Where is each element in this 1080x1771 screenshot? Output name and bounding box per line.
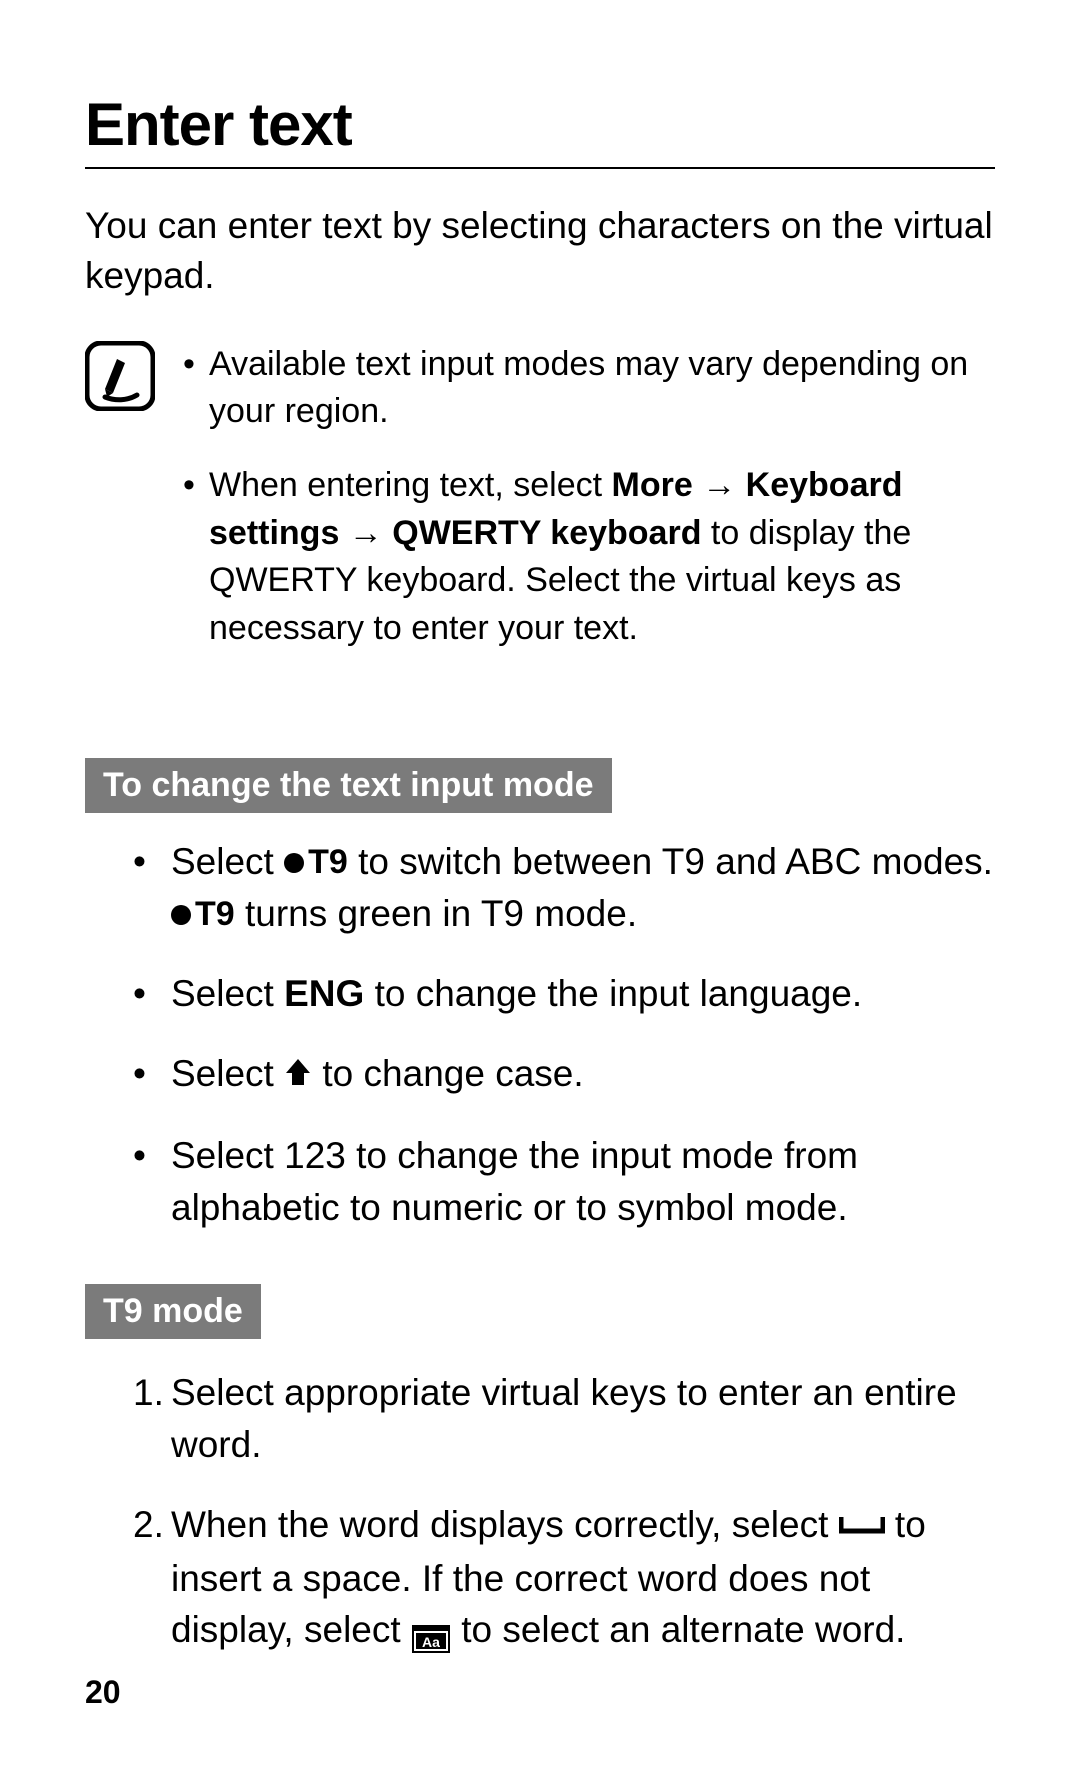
note-item: Available text input modes may vary depe… xyxy=(183,341,995,436)
text: to change the input language. xyxy=(364,973,862,1014)
text: When the word displays correctly, select xyxy=(171,1504,839,1545)
text: turns green in T9 mode. xyxy=(235,893,637,934)
eng-label: ENG xyxy=(284,973,364,1014)
step-item: Select appropriate virtual keys to enter… xyxy=(133,1367,995,1471)
text: Select xyxy=(171,1053,284,1094)
t9-steps: Select appropriate virtual keys to enter… xyxy=(85,1367,995,1656)
list-item: Select to change case. xyxy=(133,1048,995,1102)
t9-indicator-icon: T9 xyxy=(284,839,348,887)
space-icon xyxy=(839,1499,885,1551)
text: Select appropriate virtual keys to enter… xyxy=(171,1372,957,1465)
text: Select xyxy=(171,973,284,1014)
t9-dot-icon xyxy=(171,905,191,925)
manual-page: Enter text You can enter text by selecti… xyxy=(0,0,1080,1771)
note-list: Available text input modes may vary depe… xyxy=(183,341,995,679)
section-label-t9-mode: T9 mode xyxy=(85,1284,261,1339)
svg-text:Aa: Aa xyxy=(422,1634,440,1650)
text: to select an alternate word. xyxy=(451,1609,906,1650)
note-text-pre: When entering text, select xyxy=(209,466,612,504)
note-icon xyxy=(85,341,155,411)
alternate-word-icon: Aa xyxy=(411,1616,451,1646)
note-item: When entering text, select More → Keyboa… xyxy=(183,462,995,652)
note-block: Available text input modes may vary depe… xyxy=(85,341,995,679)
list-item: Select ENG to change the input language. xyxy=(133,968,995,1020)
text: to switch between T9 and ABC modes. xyxy=(348,841,993,882)
t9-label: T9 xyxy=(308,839,348,887)
intro-paragraph: You can enter text by selecting characte… xyxy=(85,201,995,301)
t9-indicator-icon: T9 xyxy=(171,891,235,939)
page-heading: Enter text xyxy=(85,90,995,169)
change-mode-list: Select T9 to switch between T9 and ABC m… xyxy=(85,836,995,1234)
step-item: When the word displays correctly, select… xyxy=(133,1499,995,1657)
t9-label: T9 xyxy=(195,891,235,939)
text: Select 123 to change the input mode from… xyxy=(171,1135,858,1228)
text: Select xyxy=(171,841,284,882)
shift-icon xyxy=(284,1049,312,1101)
list-item: Select T9 to switch between T9 and ABC m… xyxy=(133,836,995,940)
list-item: Select 123 to change the input mode from… xyxy=(133,1130,995,1234)
t9-dot-icon xyxy=(284,853,304,873)
text: to change case. xyxy=(312,1053,584,1094)
section-label-change-mode: To change the text input mode xyxy=(85,758,612,813)
note-text: Available text input modes may vary depe… xyxy=(209,345,968,431)
page-number: 20 xyxy=(85,1674,121,1711)
